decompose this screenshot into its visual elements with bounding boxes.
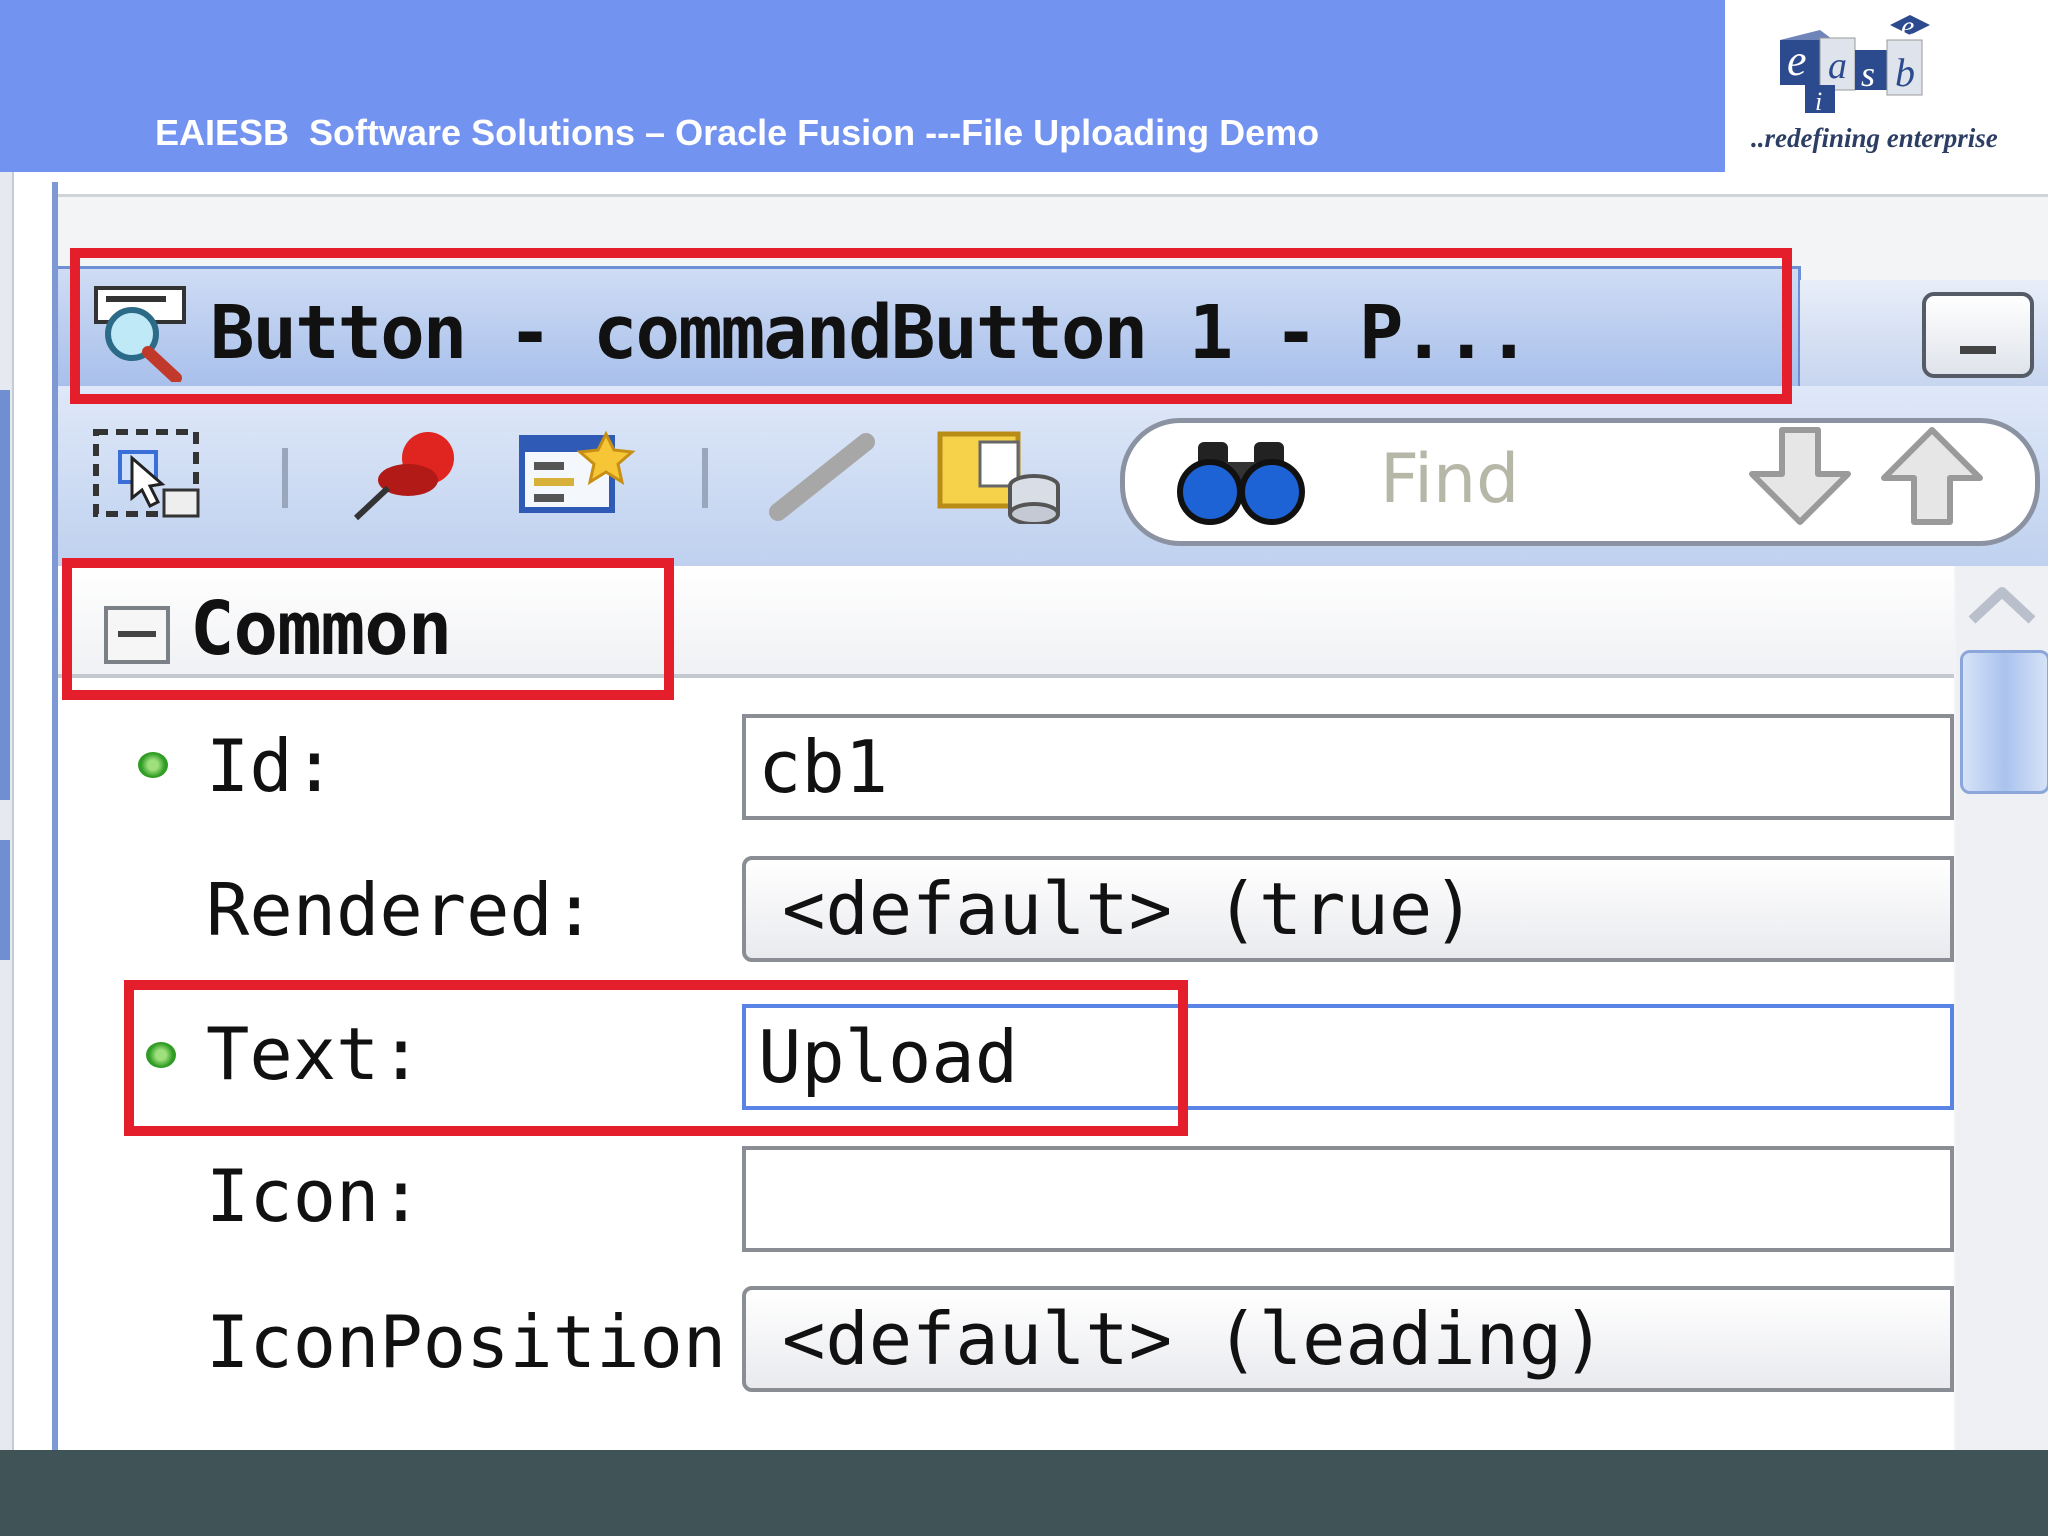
icon-position-combo[interactable]: <default> (leading) (742, 1286, 1954, 1392)
highlight-title-bar (70, 248, 1792, 404)
arrow-down-icon[interactable] (1748, 426, 1858, 526)
edit-properties-icon[interactable] (516, 428, 636, 522)
line-icon[interactable] (762, 428, 882, 522)
modified-indicator-icon (138, 752, 168, 778)
datasource-icon[interactable] (934, 424, 1064, 524)
highlight-text-property (124, 980, 1188, 1136)
id-field[interactable]: cb1 (742, 714, 1954, 820)
slide-title: EAIESB Software Solutions – Oracle Fusio… (155, 112, 1320, 153)
logo-letter: i (1815, 87, 1822, 116)
icon-field[interactable] (742, 1146, 1954, 1252)
logo-letter: e (1787, 36, 1807, 85)
rendered-combo[interactable]: <default> (true) (742, 856, 1954, 962)
minimize-button[interactable] (1922, 292, 2034, 378)
pin-icon[interactable] (348, 428, 468, 522)
logo-cubes-icon: e a e s b i (1780, 10, 1930, 116)
logo-letter: a (1828, 45, 1847, 87)
window-edge-accent (0, 390, 10, 800)
logo-letter: e (1901, 10, 1914, 43)
property-label-id: Id: (206, 724, 337, 808)
company-logo: e a e s b i ..redefining enterprise (1725, 0, 2048, 172)
logo-letter: s (1861, 54, 1875, 94)
property-label-icon-position: IconPosition: (206, 1300, 770, 1384)
slide-header: EAIESB Software Solutions – Oracle Fusio… (0, 0, 1725, 172)
window-left-edge (0, 172, 14, 1450)
scroll-up-icon[interactable] (1962, 580, 2042, 630)
toolbar-separator (282, 448, 288, 508)
window-edge-accent (0, 840, 10, 960)
property-label-icon: Icon: (206, 1154, 423, 1238)
scrollbar-thumb[interactable] (1960, 650, 2048, 794)
window-top-strip (58, 176, 2048, 197)
highlight-common-section (62, 558, 674, 700)
select-icon[interactable] (92, 428, 212, 522)
slide-footer (0, 1450, 2048, 1536)
logo-tagline: ..redefining enterprise (1751, 123, 1998, 153)
binoculars-icon[interactable] (1176, 432, 1306, 526)
toolbar-separator (702, 448, 708, 508)
property-label-rendered: Rendered: (206, 868, 597, 952)
logo-letter: b (1895, 50, 1915, 95)
arrow-up-icon[interactable] (1880, 426, 1990, 526)
find-placeholder: Find (1380, 440, 1520, 519)
